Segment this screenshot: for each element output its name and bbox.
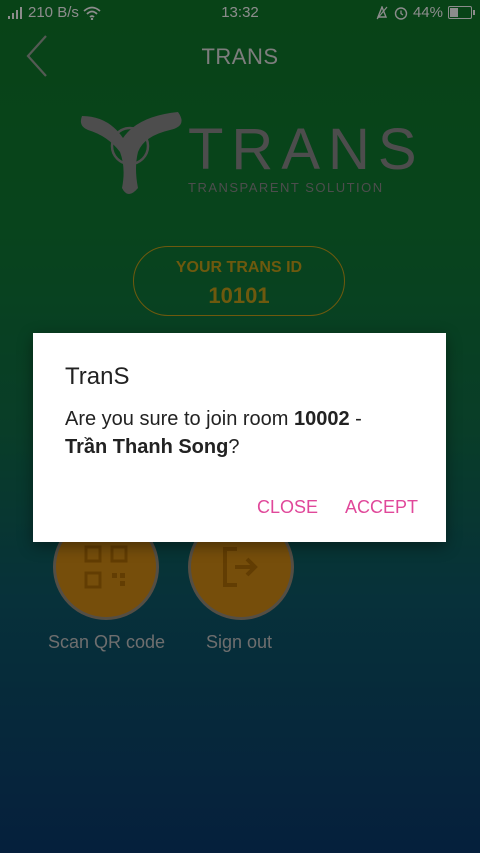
dialog-message-prefix: Are you sure to join room bbox=[65, 408, 294, 430]
app-screen: 210 B/s 13:32 44% TRANS TRANS TRANSPAREN… bbox=[0, 0, 480, 853]
accept-button[interactable]: ACCEPT bbox=[339, 493, 424, 522]
dialog-message: Are you sure to join room 10002 - Trần Th… bbox=[65, 405, 416, 461]
join-room-dialog: TranS Are you sure to join room 10002 - T… bbox=[33, 333, 446, 542]
dialog-title: TranS bbox=[65, 363, 130, 390]
close-button[interactable]: CLOSE bbox=[251, 493, 324, 522]
dialog-separator: - bbox=[349, 408, 362, 430]
dialog-room-id: 10002 bbox=[294, 408, 350, 430]
dialog-room-name: Trần Thanh Song bbox=[65, 436, 229, 458]
dialog-message-suffix: ? bbox=[228, 436, 240, 458]
